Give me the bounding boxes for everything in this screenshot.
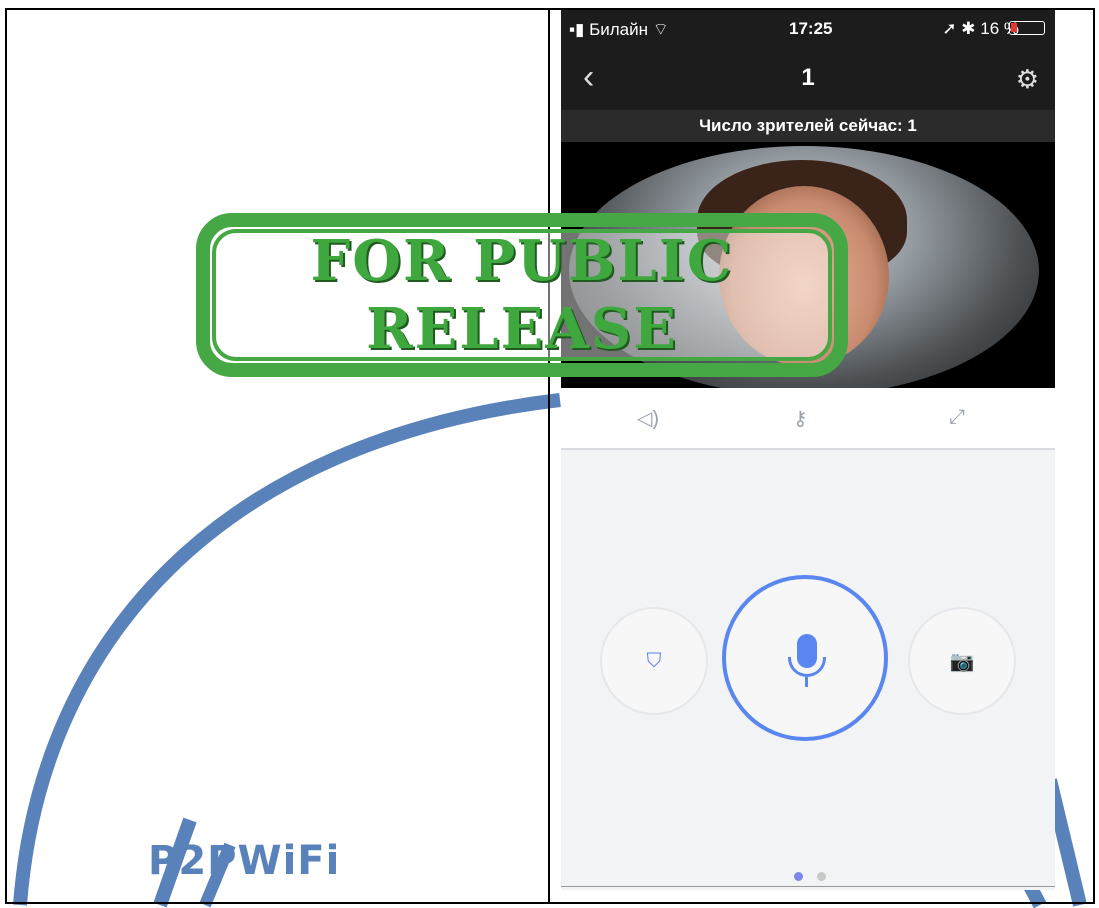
column-divider xyxy=(548,8,550,904)
stamp-line-2: RELEASE xyxy=(366,296,678,362)
carrier-name: Билайн xyxy=(589,20,649,39)
battery-percent: ➚ ✱ 16 % xyxy=(942,19,1019,38)
camera-icon: 📷 xyxy=(949,650,975,673)
shield-off-button[interactable]: ⛉ xyxy=(600,607,708,715)
video-toolbar: ◁) ⚷ ⤢ xyxy=(561,388,1055,450)
battery-icon xyxy=(1009,21,1045,35)
key-icon[interactable]: ⚷ xyxy=(793,406,808,431)
pager-dot-active[interactable] xyxy=(794,872,803,881)
phone-screen: ▪▮ Билайн ⌔ 17:25 ➚ ✱ 16 % ‹ 1 ⚙ Число з… xyxy=(561,10,1055,890)
page-title: 1 xyxy=(801,64,815,91)
page-indicator xyxy=(789,868,831,886)
stamp-line-1: FOR PUBLIC xyxy=(310,228,734,294)
microphone-button[interactable] xyxy=(722,575,888,741)
signal-carrier: ▪▮ Билайн ⌔ xyxy=(569,20,669,39)
fullscreen-icon[interactable]: ⤢ xyxy=(949,406,965,429)
status-bar: ▪▮ Билайн ⌔ 17:25 ➚ ✱ 16 % xyxy=(561,10,1055,46)
microphone-stand xyxy=(788,657,826,677)
status-time: 17:25 xyxy=(789,19,833,38)
gear-icon[interactable]: ⚙ xyxy=(1016,64,1039,95)
bottom-divider xyxy=(561,886,1055,887)
shield-off-icon: ⛉ xyxy=(646,649,662,672)
release-stamp: FOR PUBLIC RELEASE xyxy=(196,213,848,377)
camera-button[interactable]: 📷 xyxy=(908,607,1016,715)
speaker-icon[interactable]: ◁) xyxy=(637,406,659,431)
nav-bar: ‹ 1 ⚙ xyxy=(561,46,1055,110)
microphone-pole xyxy=(805,677,808,687)
pager-dot[interactable] xyxy=(817,872,827,881)
viewer-count: Число зрителей сейчас: 1 xyxy=(561,110,1055,142)
